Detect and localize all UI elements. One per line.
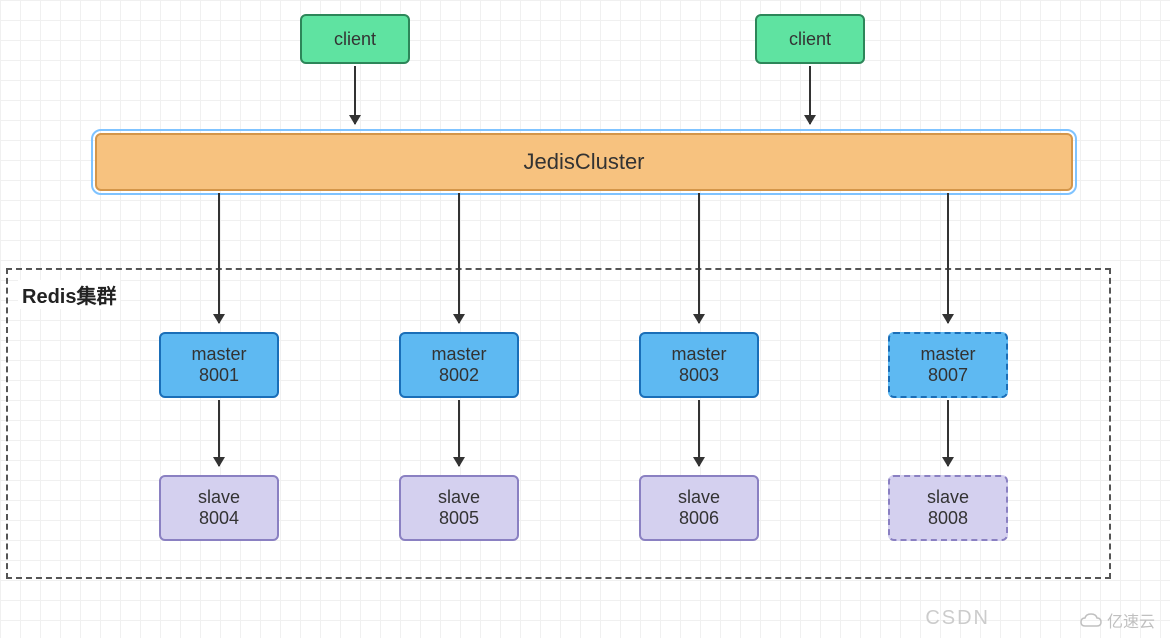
slave-node-1: slave 8004 — [159, 475, 279, 541]
master-node-1: master 8001 — [159, 332, 279, 398]
arrow-client2-cluster — [809, 66, 811, 124]
master-label: master — [431, 344, 486, 365]
master-label: master — [920, 344, 975, 365]
slave-label: slave — [438, 487, 480, 508]
cloud-icon — [1079, 612, 1103, 628]
arrow-cluster-master1 — [218, 193, 220, 323]
master-port: 8007 — [928, 365, 968, 386]
arrow-master2-slave2 — [458, 400, 460, 466]
master-label: master — [671, 344, 726, 365]
master-node-4: master 8007 — [888, 332, 1008, 398]
watermark-cloud-text: 亿速云 — [1107, 608, 1155, 632]
slave-label: slave — [678, 487, 720, 508]
arrow-cluster-master2 — [458, 193, 460, 323]
master-port: 8003 — [679, 365, 719, 386]
watermark-csdn: CSDN — [925, 607, 990, 630]
arrow-master4-slave4 — [947, 400, 949, 466]
slave-port: 8008 — [928, 508, 968, 529]
arrow-master3-slave3 — [698, 400, 700, 466]
master-node-2: master 8002 — [399, 332, 519, 398]
master-port: 8002 — [439, 365, 479, 386]
slave-label: slave — [927, 487, 969, 508]
redis-cluster-group-label: Redis集群 — [18, 280, 120, 309]
arrow-master1-slave1 — [218, 400, 220, 466]
client-box-1: client — [300, 14, 410, 64]
slave-port: 8004 — [199, 508, 239, 529]
slave-node-3: slave 8006 — [639, 475, 759, 541]
client-box-2: client — [755, 14, 865, 64]
jedis-cluster-box: JedisCluster — [95, 133, 1073, 191]
arrow-cluster-master4 — [947, 193, 949, 323]
arrow-cluster-master3 — [698, 193, 700, 323]
slave-node-2: slave 8005 — [399, 475, 519, 541]
master-node-3: master 8003 — [639, 332, 759, 398]
slave-port: 8006 — [679, 508, 719, 529]
cluster-label: JedisCluster — [523, 149, 644, 175]
arrow-client1-cluster — [354, 66, 356, 124]
client-label: client — [789, 29, 831, 50]
master-label: master — [191, 344, 246, 365]
slave-port: 8005 — [439, 508, 479, 529]
slave-label: slave — [198, 487, 240, 508]
watermark-cloud: 亿速云 — [1079, 608, 1155, 632]
master-port: 8001 — [199, 365, 239, 386]
slave-node-4: slave 8008 — [888, 475, 1008, 541]
client-label: client — [334, 29, 376, 50]
